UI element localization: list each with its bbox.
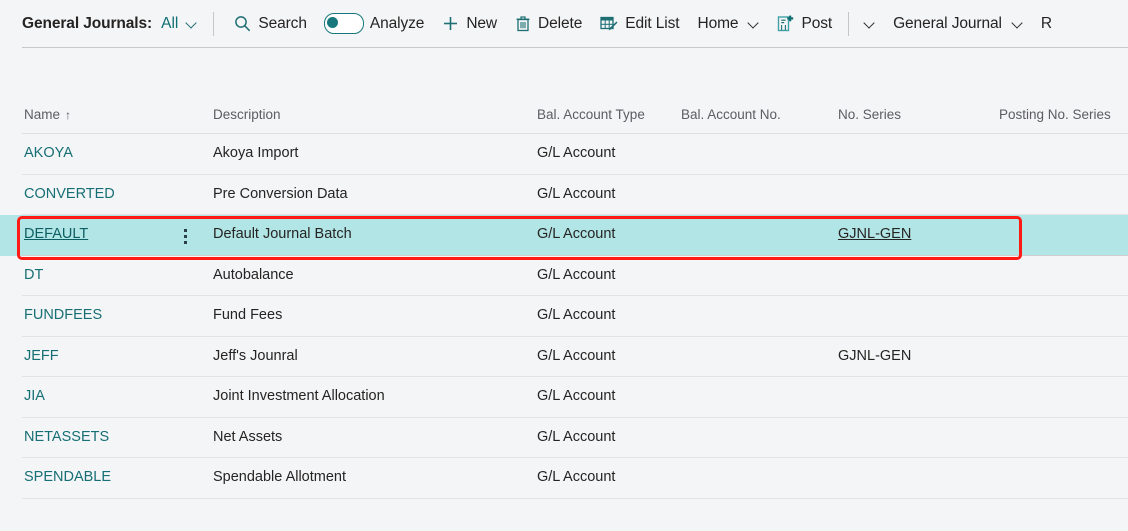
search-label: Search	[258, 14, 307, 32]
general-journals-grid: Name ↑ Description Bal. Account Type Bal.…	[0, 48, 1128, 531]
cell-description: Net Assets	[213, 428, 283, 445]
toolbar-divider-2	[848, 11, 850, 36]
cell-description: Akoya Import	[213, 145, 299, 161]
cell-bal-account-type: G/L Account	[537, 145, 616, 161]
cell-name[interactable]: AKOYA	[24, 145, 73, 161]
edit-list-label: Edit List	[625, 14, 680, 32]
cell-bal-account-type: G/L Account	[537, 226, 616, 242]
cell-name[interactable]: FUNDFEES	[24, 307, 102, 323]
page-title: General Journals:	[22, 14, 153, 32]
table-row[interactable]: JEFF Jeff's Jounral G/L Account GJNL-GEN	[0, 337, 1128, 377]
general-journal-menu-button[interactable]: General Journal	[887, 11, 1029, 37]
toolbar-overflow-item[interactable]: R	[1035, 11, 1058, 37]
new-button[interactable]: New	[436, 11, 503, 37]
cell-name[interactable]: JEFF	[24, 348, 59, 364]
cell-bal-account-type: G/L Account	[537, 266, 616, 283]
cell-bal-account-type: G/L Account	[537, 347, 616, 364]
column-header-posting-no-series[interactable]: Posting No. Series	[999, 107, 1111, 122]
column-header-bal-account-type[interactable]: Bal. Account Type	[537, 107, 645, 122]
table-row[interactable]: DEFAULT Default Journal Batch G/L Account G…	[0, 215, 1128, 256]
general-journal-label: General Journal	[893, 14, 1002, 32]
post-label: Post	[801, 14, 833, 32]
table-row[interactable]: JIA Joint Investment Allocation G/L Accoun…	[0, 377, 1128, 418]
home-menu-button[interactable]: Home	[692, 11, 766, 37]
column-header-name-label: Name	[24, 107, 61, 122]
filter-view-selector[interactable]: All	[161, 15, 197, 33]
cell-no-series: GJNL-GEN	[838, 226, 912, 242]
cell-description: Default Journal Batch	[213, 226, 352, 242]
chevron-down-icon	[1012, 18, 1023, 29]
column-header-name[interactable]: Name ↑	[24, 107, 71, 122]
analyze-button[interactable]: Analyze	[364, 11, 430, 37]
cell-bal-account-type: G/L Account	[537, 388, 616, 404]
chevron-down-icon	[864, 18, 875, 29]
table-row[interactable]: NETASSETS Net Assets G/L Account	[0, 418, 1128, 458]
cell-bal-account-type: G/L Account	[537, 185, 616, 202]
analyze-label: Analyze	[369, 14, 425, 32]
cell-bal-account-type: G/L Account	[537, 469, 616, 485]
home-label: Home	[697, 14, 739, 32]
filter-view-label: All	[161, 14, 179, 32]
delete-label: Delete	[538, 14, 583, 32]
cell-bal-account-type: G/L Account	[537, 307, 616, 323]
column-header-no-series[interactable]: No. Series	[838, 107, 901, 122]
edit-list-button[interactable]: Edit List	[594, 11, 685, 37]
cell-no-series: GJNL-GEN	[838, 347, 912, 364]
cell-name[interactable]: JIA	[24, 388, 45, 404]
row-context-menu-icon[interactable]	[182, 226, 191, 246]
plus-icon	[442, 15, 459, 32]
table-row[interactable]: AKOYA Akoya Import G/L Account	[0, 134, 1128, 175]
analyze-toggle[interactable]	[323, 13, 364, 34]
cell-description: Autobalance	[213, 266, 294, 283]
cell-description: Spendable Allotment	[213, 469, 347, 485]
cell-name[interactable]: NETASSETS	[24, 429, 109, 445]
post-icon	[777, 15, 794, 33]
cell-description: Joint Investment Allocation	[213, 388, 385, 404]
cell-name[interactable]: DT	[24, 267, 43, 283]
delete-button[interactable]: Delete	[509, 11, 588, 37]
search-button[interactable]: Search	[228, 11, 313, 37]
cell-name[interactable]: DEFAULT	[24, 226, 88, 242]
new-label: New	[466, 14, 498, 32]
cell-description: Pre Conversion Data	[213, 185, 348, 202]
table-row[interactable]: CONVERTED Pre Conversion Data G/L Account	[0, 175, 1128, 215]
sort-ascending-icon: ↑	[65, 108, 72, 122]
edit-list-icon	[600, 15, 618, 32]
column-header-description[interactable]: Description	[213, 107, 281, 122]
table-row[interactable]: FUNDFEES Fund Fees G/L Account	[0, 296, 1128, 337]
toolbar-divider-1	[213, 11, 215, 36]
toolbar-overflow-label: R	[1040, 14, 1052, 32]
cell-name[interactable]: CONVERTED	[24, 186, 115, 202]
column-header-bal-account-no[interactable]: Bal. Account No.	[681, 107, 781, 122]
command-toolbar: General Journals: All Search Analyze New	[0, 0, 1128, 47]
chevron-down-icon	[186, 18, 197, 29]
post-button[interactable]: Post	[771, 11, 838, 37]
post-split-dropdown[interactable]	[855, 14, 881, 33]
row-divider	[22, 497, 1128, 499]
table-row[interactable]: SPENDABLE Spendable Allotment G/L Account	[0, 458, 1128, 499]
cell-name[interactable]: SPENDABLE	[24, 469, 111, 485]
table-row[interactable]: DT Autobalance G/L Account	[0, 256, 1128, 296]
search-icon	[234, 15, 251, 32]
trash-icon	[515, 15, 531, 32]
cell-description: Jeff's Jounral	[213, 347, 298, 364]
chevron-down-icon	[748, 18, 759, 29]
cell-bal-account-type: G/L Account	[537, 428, 616, 445]
grid-header-row: Name ↑ Description Bal. Account Type Bal.…	[0, 99, 1128, 132]
cell-description: Fund Fees	[213, 307, 283, 323]
grid-rows: AKOYA Akoya Import G/L Account CONVERTED Pre…	[0, 134, 1128, 499]
